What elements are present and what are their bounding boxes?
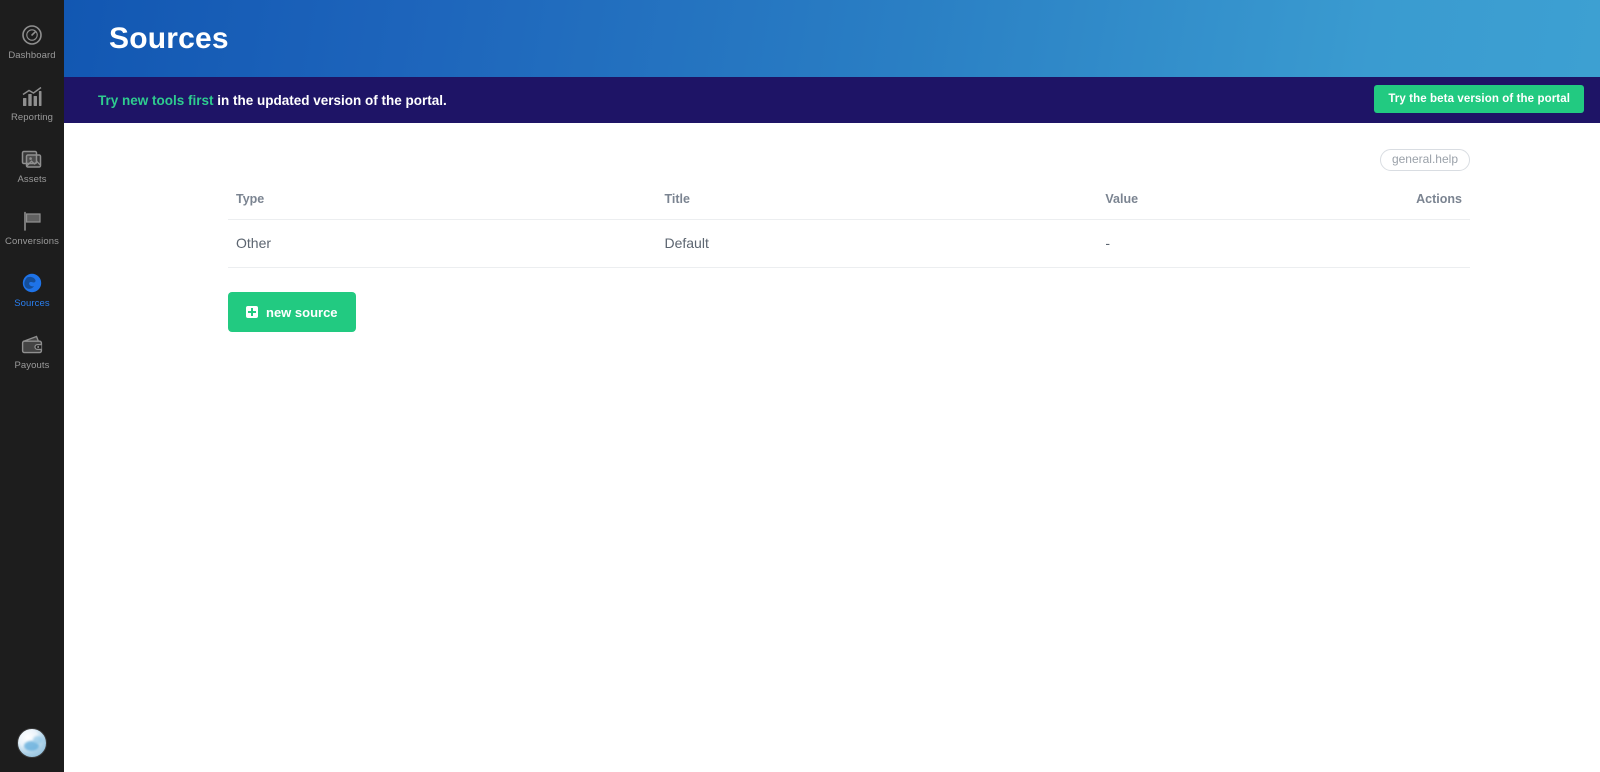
avatar[interactable] — [17, 728, 47, 758]
main-area: Sources Try new tools first in the updat… — [64, 0, 1600, 772]
gauge-icon — [19, 22, 45, 48]
cell-title: Default — [656, 219, 1098, 268]
wallet-icon — [19, 332, 45, 358]
sources-table: Type Title Value Actions Other Default - — [228, 192, 1470, 268]
sidebar-item-conversions[interactable]: Conversions — [0, 196, 64, 258]
column-header-actions: Actions — [1333, 192, 1470, 220]
column-header-type[interactable]: Type — [228, 192, 657, 220]
sidebar-item-reporting[interactable]: Reporting — [0, 72, 64, 134]
sidebar-item-assets[interactable]: Assets — [0, 134, 64, 196]
sidebar-item-label: Conversions — [5, 235, 59, 247]
cell-type: Other — [228, 219, 657, 268]
avatar-shape — [33, 736, 43, 744]
table-body: Other Default - — [228, 219, 1470, 268]
table-header-row: Type Title Value Actions — [228, 192, 1470, 220]
column-header-title[interactable]: Title — [656, 192, 1098, 220]
new-source-label: new source — [266, 304, 338, 320]
globe-icon — [19, 270, 45, 296]
cell-actions[interactable] — [1333, 219, 1470, 268]
sidebar-item-sources[interactable]: Sources — [0, 258, 64, 320]
banner-highlight-link[interactable]: Try new tools first — [98, 93, 214, 108]
sidebar-item-label: Dashboard — [8, 49, 56, 61]
help-row: general.help — [228, 149, 1470, 177]
general-help-badge[interactable]: general.help — [1379, 149, 1470, 171]
page-title: Sources — [109, 21, 229, 55]
column-header-value[interactable]: Value — [1097, 192, 1334, 220]
app-root: Dashboard Reporting Assets Conversions S… — [0, 0, 1600, 772]
sidebar-item-label: Sources — [14, 297, 50, 309]
images-icon — [19, 146, 45, 172]
table-row[interactable]: Other Default - — [228, 219, 1470, 268]
sidebar-item-payouts[interactable]: Payouts — [0, 320, 64, 382]
sidebar: Dashboard Reporting Assets Conversions S… — [0, 0, 64, 772]
new-source-button[interactable]: new source — [228, 292, 356, 332]
try-beta-button[interactable]: Try the beta version of the portal — [1374, 85, 1584, 113]
banner-rest-text: in the updated version of the portal. — [213, 92, 447, 108]
table-head: Type Title Value Actions — [228, 192, 1470, 220]
sidebar-item-dashboard[interactable]: Dashboard — [0, 10, 64, 72]
beta-banner: Try new tools first in the updated versi… — [64, 77, 1600, 123]
banner-message: Try new tools first in the updated versi… — [98, 93, 447, 108]
content-area: general.help Type Title Value Actions Ot… — [64, 123, 1600, 772]
sidebar-item-label: Assets — [17, 173, 47, 185]
plus-icon — [246, 306, 258, 318]
sidebar-item-label: Reporting — [10, 111, 54, 123]
sidebar-item-label: Payouts — [14, 359, 50, 371]
flag-icon — [19, 208, 45, 234]
bar-chart-icon — [19, 84, 45, 110]
page-header: Sources — [64, 0, 1600, 77]
cell-value: - — [1097, 219, 1334, 268]
